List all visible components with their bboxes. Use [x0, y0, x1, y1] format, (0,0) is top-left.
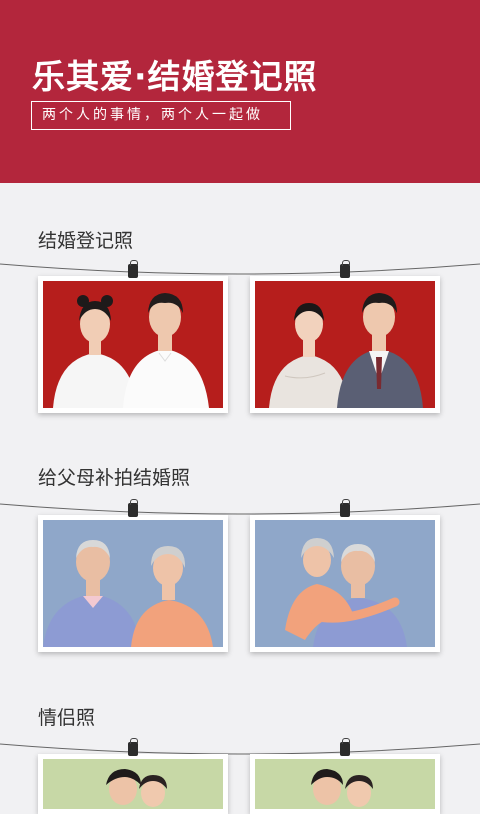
couple-photo-image — [43, 759, 223, 809]
photo-card-parents-2[interactable] — [250, 515, 440, 652]
page-subtitle: 两个人的事情，两个人一起做 — [31, 101, 291, 130]
photo-card-registration-1[interactable] — [38, 276, 228, 413]
couple-photo-image — [255, 281, 435, 408]
photo-card-parents-1[interactable] — [38, 515, 228, 652]
section-title-couple-photo: 情侣照 — [38, 707, 96, 729]
header-banner: 乐其爱·结婚登记照 两个人的事情，两个人一起做 — [0, 0, 480, 183]
couple-photo-image — [43, 281, 223, 408]
binder-clip-icon — [128, 499, 138, 517]
section-title-wedding-registration: 结婚登记照 — [38, 230, 134, 252]
binder-clip-icon — [340, 499, 350, 517]
photo-card-registration-2[interactable] — [250, 276, 440, 413]
binder-clip-icon — [128, 738, 138, 756]
couple-photo-image — [255, 759, 435, 809]
elderly-couple-photo-image — [43, 520, 223, 647]
section-title-parents-wedding: 给父母补拍结婚照 — [38, 467, 191, 489]
binder-clip-icon — [340, 260, 350, 278]
page-title: 乐其爱·结婚登记照 — [32, 57, 318, 96]
photo-card-couple-1[interactable] — [38, 754, 228, 814]
binder-clip-icon — [128, 260, 138, 278]
elderly-couple-photo-image — [255, 520, 435, 647]
binder-clip-icon — [340, 738, 350, 756]
photo-card-couple-2[interactable] — [250, 754, 440, 814]
